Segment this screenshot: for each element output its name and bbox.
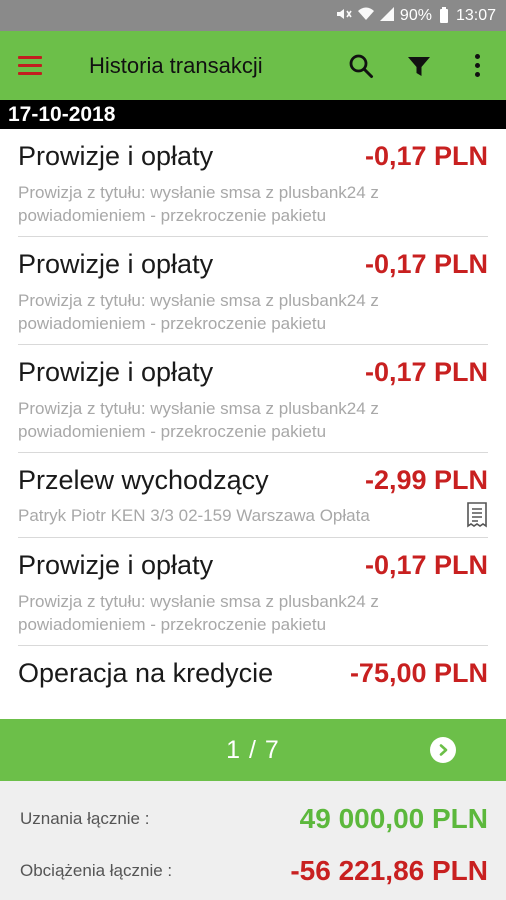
battery-level: 90% xyxy=(399,6,432,24)
description-line: Patryk Piotr KEN 3/3 02-159 Warszawa Opł… xyxy=(18,505,370,525)
mute-icon xyxy=(336,7,352,24)
app-actions xyxy=(332,31,506,100)
signal-icon xyxy=(379,7,394,24)
more-icon xyxy=(474,54,480,77)
transaction-title: Prowizje i opłaty xyxy=(18,357,214,387)
battery-icon xyxy=(439,6,448,23)
status-bar: 90% 13:07 xyxy=(0,0,506,31)
description-line: Prowizja z tytułu: wysłanie smsa z plusb… xyxy=(18,399,379,418)
transaction-title: Operacja na kredycie xyxy=(18,658,274,688)
credit-total-label: Uznania łącznie : xyxy=(20,809,150,828)
transaction-amount: -0,17 PLN xyxy=(364,249,488,279)
credit-total-value: 49 000,00 PLN xyxy=(299,803,488,834)
description-line: Prowizja z tytułu: wysłanie smsa z plusb… xyxy=(18,183,379,202)
transaction-amount: -0,17 PLN xyxy=(364,550,488,580)
transaction-amount: -0,17 PLN xyxy=(364,141,488,171)
wifi-icon xyxy=(357,7,374,24)
next-page-button[interactable] xyxy=(430,737,456,763)
transaction-item[interactable]: Prowizje i opłaty -0,17 PLN Prowizja z t… xyxy=(18,538,488,646)
date-header: 17-10-2018 xyxy=(0,100,506,129)
menu-icon-bar xyxy=(18,64,42,67)
transaction-item[interactable]: Prowizje i opłaty -0,17 PLN Prowizja z t… xyxy=(18,129,488,237)
transaction-title: Prowizje i opłaty xyxy=(18,550,214,580)
debit-total-row: Obciążenia łącznie : -56 221,86 PLN xyxy=(20,845,488,897)
transaction-description: Prowizja z tytułu: wysłanie smsa z plusb… xyxy=(18,590,488,645)
page-title: Historia transakcji xyxy=(89,52,263,78)
description-line: powiadomieniem - przekroczenie pakietu xyxy=(18,314,327,333)
transaction-description: Patryk Piotr KEN 3/3 02-159 Warszawa Opł… xyxy=(18,502,488,537)
transaction-title: Prowizje i opłaty xyxy=(18,249,214,279)
transaction-description: Prowizja z tytułu: wysłanie smsa z plusb… xyxy=(18,289,488,344)
transaction-item[interactable]: Operacja na kredycie -75,00 PLN xyxy=(18,646,488,689)
more-options-button[interactable] xyxy=(448,31,506,100)
description-line: Prowizja z tytułu: wysłanie smsa z plusb… xyxy=(18,291,379,310)
pagination-bar: 1 / 7 xyxy=(0,719,506,781)
chevron-right-icon xyxy=(439,744,448,756)
debit-total-label: Obciążenia łącznie : xyxy=(20,861,173,880)
menu-button[interactable] xyxy=(0,31,60,100)
description-line: powiadomieniem - przekroczenie pakietu xyxy=(18,206,327,225)
transaction-list[interactable]: Prowizje i opłaty -0,17 PLN Prowizja z t… xyxy=(0,129,506,719)
clock: 13:07 xyxy=(455,6,496,24)
description-line: powiadomieniem - przekroczenie pakietu xyxy=(18,615,327,634)
description-line: Prowizja z tytułu: wysłanie smsa z plusb… xyxy=(18,592,379,611)
transaction-description: Prowizja z tytułu: wysłanie smsa z plusb… xyxy=(18,181,488,236)
totals-summary: Uznania łącznie : 49 000,00 PLN Obciążen… xyxy=(0,781,506,900)
app-bar: Historia transakcji xyxy=(0,31,506,100)
transaction-item[interactable]: Prowizje i opłaty -0,17 PLN Prowizja z t… xyxy=(18,345,488,453)
menu-icon-bar xyxy=(18,72,42,75)
transaction-item[interactable]: Przelew wychodzący -2,99 PLN Patryk Piot… xyxy=(18,453,488,538)
menu-icon-bar xyxy=(18,56,42,59)
search-icon xyxy=(349,54,373,78)
transaction-title: Prowizje i opłaty xyxy=(18,141,214,171)
page-indicator: 1 / 7 xyxy=(226,735,280,764)
filter-icon xyxy=(408,56,430,76)
credit-total-row: Uznania łącznie : 49 000,00 PLN xyxy=(20,793,488,845)
description-line: powiadomieniem - przekroczenie pakietu xyxy=(18,422,327,441)
transaction-title: Przelew wychodzący xyxy=(18,465,269,495)
transaction-item[interactable]: Prowizje i opłaty -0,17 PLN Prowizja z t… xyxy=(18,237,488,345)
transaction-amount: -0,17 PLN xyxy=(364,357,488,387)
transaction-amount: -2,99 PLN xyxy=(364,465,488,495)
search-button[interactable] xyxy=(332,31,390,100)
transaction-description: Prowizja z tytułu: wysłanie smsa z plusb… xyxy=(18,397,488,452)
receipt-icon[interactable] xyxy=(466,502,488,528)
transaction-amount: -75,00 PLN xyxy=(349,658,488,688)
filter-button[interactable] xyxy=(390,31,448,100)
debit-total-value: -56 221,86 PLN xyxy=(290,855,488,886)
